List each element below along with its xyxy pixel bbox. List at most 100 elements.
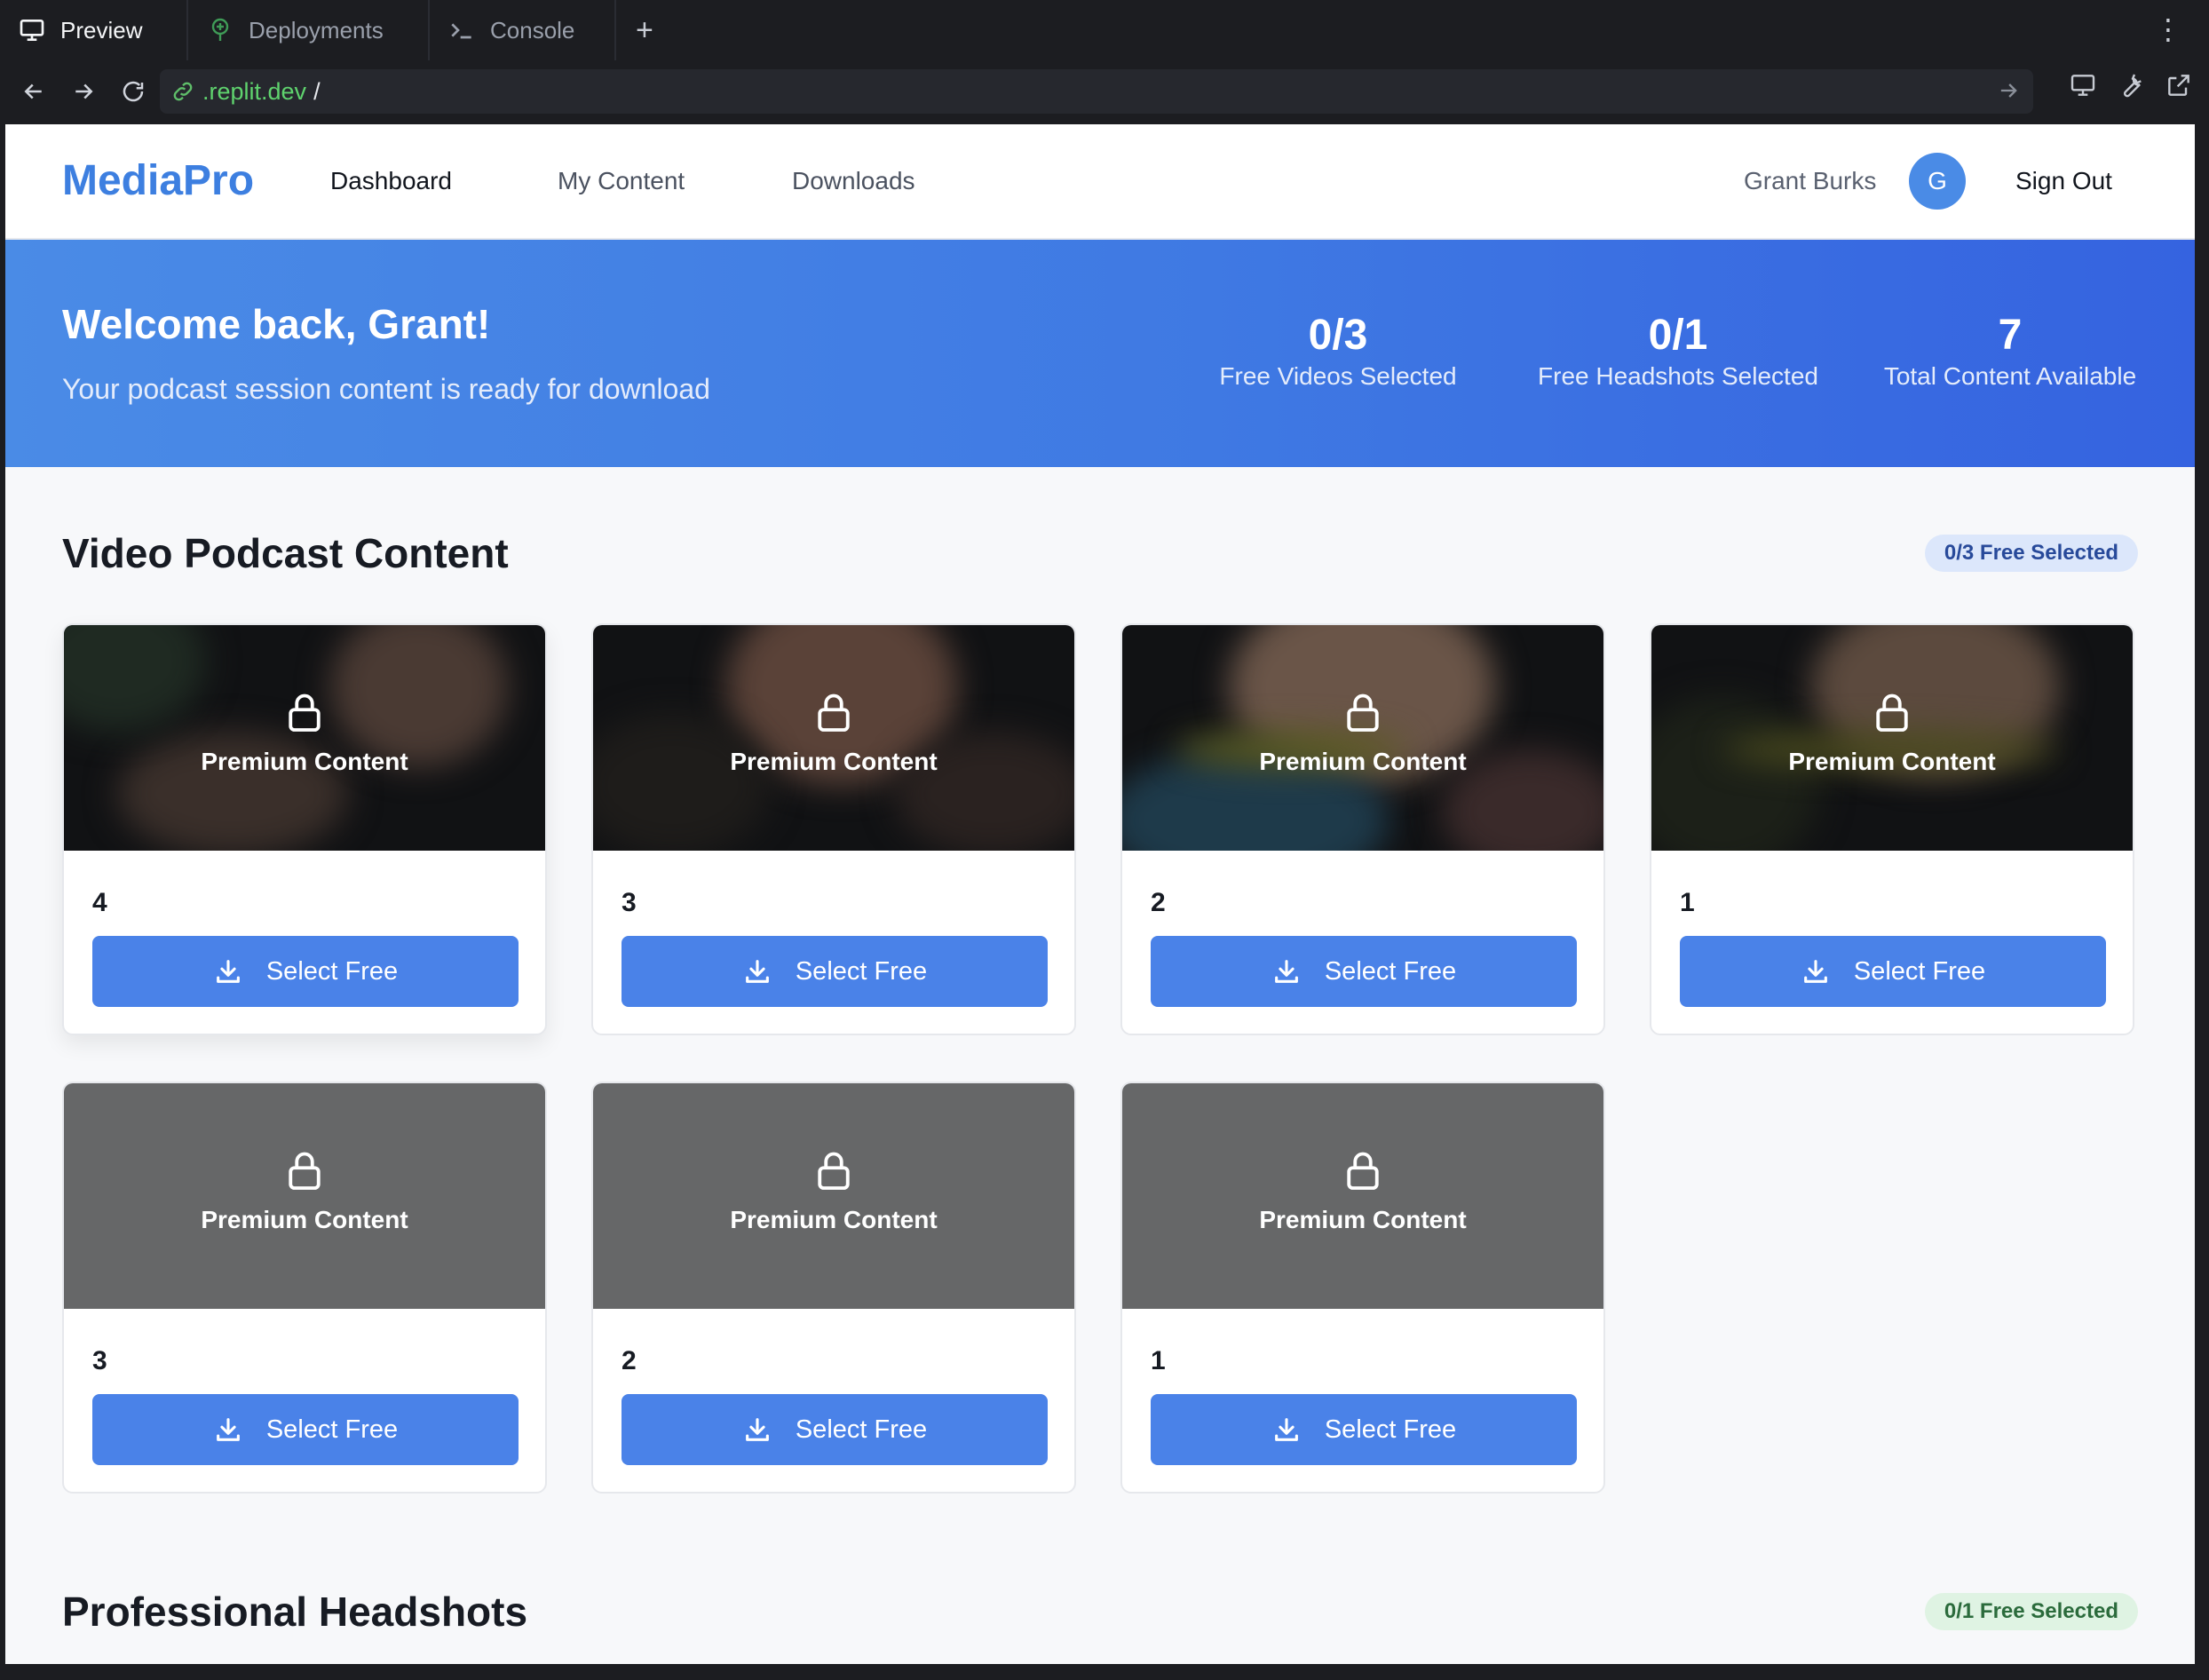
premium-label: Premium Content	[1259, 1206, 1467, 1233]
tab-console-label: Console	[490, 16, 575, 44]
select-free-label: Select Free	[1324, 956, 1457, 986]
tab-console[interactable]: Console	[430, 0, 616, 60]
select-free-button[interactable]: Select Free	[622, 936, 1048, 1007]
tab-preview-label: Preview	[60, 16, 143, 44]
go-arrow-icon[interactable]	[1996, 78, 2021, 103]
stat-label: Free Headshots Selected	[1538, 362, 1818, 390]
video-card[interactable]: Premium Content 2 Select Free	[591, 1082, 1076, 1494]
welcome-subtitle: Your podcast session content is ready fo…	[62, 373, 710, 405]
blurred-preview	[330, 625, 508, 767]
video-card[interactable]: Premium Content 1 Select Free	[1650, 623, 2134, 1035]
wrench-icon[interactable]	[2117, 71, 2145, 99]
stat-free-headshots: 0/1 Free Headshots Selected	[1527, 311, 1829, 391]
select-free-button[interactable]: Select Free	[92, 1394, 519, 1465]
deploy-icon	[211, 18, 229, 41]
select-free-label: Select Free	[795, 1415, 928, 1444]
tab-deployments[interactable]: Deployments	[188, 0, 430, 60]
select-free-button[interactable]: Select Free	[1680, 936, 2106, 1007]
video-number: 2	[622, 1346, 637, 1375]
nav-downloads[interactable]: Downloads	[792, 167, 915, 195]
lock-icon	[815, 693, 852, 732]
lock-icon	[1344, 1151, 1382, 1190]
sign-out-button[interactable]: Sign Out	[2015, 167, 2112, 195]
select-free-button[interactable]: Select Free	[92, 936, 519, 1007]
video-card[interactable]: Premium Content 1 Select Free	[1120, 1082, 1605, 1494]
video-section-title: Video Podcast Content	[62, 530, 509, 576]
stat-value: 0/1	[1648, 312, 1708, 359]
devices-icon[interactable]	[2069, 71, 2097, 99]
video-thumbnail[interactable]: Premium Content	[1122, 1083, 1603, 1309]
terminal-icon	[451, 23, 471, 39]
browser-chrome: Preview Deployments Console + ⋮ .replit.…	[0, 0, 2209, 124]
video-card[interactable]: Premium Content 2 Select Free	[1120, 623, 1605, 1035]
top-navigation: MediaPro Dashboard My Content Downloads …	[5, 124, 2195, 240]
monitor-icon	[20, 20, 44, 41]
headshot-selection-badge: 0/1 Free Selected	[1924, 1593, 2138, 1630]
reload-icon	[123, 81, 144, 102]
video-thumbnail[interactable]: Premium Content	[64, 625, 545, 851]
reload-button[interactable]	[108, 67, 158, 116]
premium-label: Premium Content	[201, 1206, 408, 1233]
download-icon	[213, 956, 243, 987]
premium-label: Premium Content	[1259, 748, 1467, 775]
download-icon	[1801, 956, 1831, 987]
download-icon	[213, 1415, 243, 1445]
select-free-label: Select Free	[265, 1415, 399, 1444]
select-free-button[interactable]: Select Free	[1151, 1394, 1577, 1465]
stat-free-videos: 0/3 Free Videos Selected	[1209, 311, 1467, 391]
stat-label: Total Content Available	[1883, 362, 2137, 390]
lock-icon	[286, 1151, 323, 1190]
new-tab-button[interactable]: +	[616, 13, 673, 48]
video-thumbnail[interactable]: Premium Content	[593, 1083, 1074, 1309]
arrow-left-icon	[24, 83, 42, 99]
url-path: /	[313, 77, 321, 105]
welcome-banner: Welcome back, Grant! Your podcast sessio…	[5, 240, 2195, 467]
user-name: Grant Burks	[1744, 167, 1877, 194]
video-number: 3	[622, 888, 637, 917]
video-thumbnail[interactable]: Premium Content	[593, 625, 1074, 851]
select-free-button[interactable]: Select Free	[1151, 936, 1577, 1007]
download-icon	[1271, 1415, 1302, 1445]
stat-label: Free Videos Selected	[1219, 362, 1457, 390]
blurred-preview	[64, 625, 206, 732]
welcome-title: Welcome back, Grant!	[62, 301, 491, 347]
nav-dashboard[interactable]: Dashboard	[330, 167, 452, 195]
nav-my-content[interactable]: My Content	[558, 167, 685, 195]
video-number: 4	[92, 888, 107, 917]
lock-icon	[1873, 693, 1911, 732]
video-selection-badge: 0/3 Free Selected	[1924, 535, 2138, 572]
video-thumbnail[interactable]: Premium Content	[1122, 625, 1603, 851]
premium-label: Premium Content	[201, 748, 408, 775]
avatar[interactable]: G	[1909, 153, 1966, 210]
video-number: 3	[92, 1346, 107, 1375]
tab-bar: Preview Deployments Console + ⋮	[0, 0, 2209, 60]
app-logo[interactable]: MediaPro	[62, 156, 254, 205]
app-viewport: MediaPro Dashboard My Content Downloads …	[5, 124, 2195, 1664]
video-card[interactable]: Premium Content 3 Select Free	[591, 623, 1076, 1035]
lock-icon	[286, 693, 323, 732]
back-button[interactable]	[9, 67, 59, 116]
premium-label: Premium Content	[1788, 748, 1996, 775]
external-link-icon[interactable]	[2165, 71, 2193, 99]
stat-value: 7	[1998, 312, 2023, 359]
tab-preview[interactable]: Preview	[0, 0, 188, 60]
video-number: 2	[1151, 888, 1166, 917]
download-icon	[1271, 956, 1302, 987]
forward-button[interactable]	[59, 67, 108, 116]
tab-deployments-label: Deployments	[249, 16, 384, 44]
link-icon	[173, 82, 193, 101]
browser-tools	[2069, 71, 2193, 99]
select-free-label: Select Free	[1853, 956, 1986, 986]
stat-total-content: 7 Total Content Available	[1868, 311, 2152, 391]
select-free-button[interactable]: Select Free	[622, 1394, 1048, 1465]
stat-value: 0/3	[1308, 312, 1368, 359]
video-thumbnail[interactable]: Premium Content	[1651, 625, 2133, 851]
video-card[interactable]: Premium Content 3 Select Free	[62, 1082, 547, 1494]
more-menu-icon[interactable]: ⋮	[2154, 12, 2182, 46]
address-input[interactable]: .replit.dev /	[160, 69, 2033, 114]
premium-label: Premium Content	[730, 748, 938, 775]
video-card[interactable]: Premium Content 4 Select Free	[62, 623, 547, 1035]
arrow-right-icon	[75, 83, 93, 99]
select-free-label: Select Free	[1324, 1415, 1457, 1444]
video-thumbnail[interactable]: Premium Content	[64, 1083, 545, 1309]
